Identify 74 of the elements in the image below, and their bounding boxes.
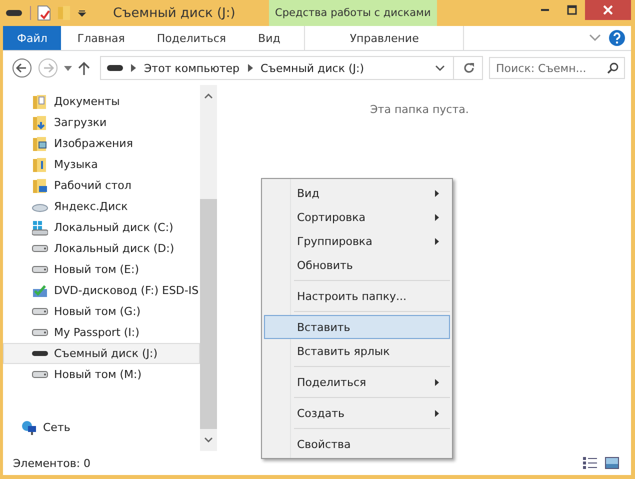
dropdown-icon[interactable]: [435, 65, 445, 71]
menu-item[interactable]: Создать: [264, 401, 450, 425]
nav-item[interactable]: Новый том (M:): [3, 364, 200, 385]
dvd-drive-icon: [32, 282, 48, 298]
empty-folder-message: Эта папка пуста.: [370, 103, 469, 117]
chevron-icon: [248, 64, 252, 72]
folder-icon: [32, 178, 48, 194]
refresh-icon[interactable]: [462, 61, 476, 75]
nav-item[interactable]: Рабочий стол: [3, 175, 200, 196]
minimize-icon[interactable]: [540, 9, 548, 11]
close-button[interactable]: [585, 0, 631, 20]
dropdown-icon[interactable]: [77, 8, 87, 18]
menu-item[interactable]: Вставить ярлык: [264, 339, 450, 363]
drive-icon: [32, 266, 48, 273]
folder-icon: [32, 94, 48, 110]
nav-item[interactable]: Локальный диск (C:): [3, 217, 200, 238]
menu-item[interactable]: Группировка: [264, 229, 450, 253]
drive-icon: [6, 9, 22, 17]
properties-icon[interactable]: [37, 5, 51, 21]
up-icon[interactable]: [78, 61, 90, 75]
menu-item[interactable]: Сортировка: [264, 205, 450, 229]
menu-item[interactable]: Настроить папку...: [264, 284, 450, 308]
folder-icon: [32, 114, 48, 130]
nav-item[interactable]: Новый том (E:): [3, 259, 200, 280]
ribbon-tab[interactable]: Вид: [242, 26, 296, 50]
menu-item[interactable]: Поделиться: [264, 370, 450, 394]
window-title: Съемный диск (J:): [113, 6, 236, 20]
close-icon[interactable]: [603, 5, 613, 15]
breadcrumb[interactable]: Этот компьютер: [144, 62, 240, 74]
nav-item[interactable]: My Passport (I:): [3, 322, 200, 343]
expand-ribbon-icon[interactable]: [589, 34, 601, 42]
nav-item[interactable]: Новый том (G:): [3, 301, 200, 322]
nav-item[interactable]: Документы: [3, 91, 200, 112]
drive-icon: [32, 245, 48, 252]
context-tab-group: Средства работы с дисками: [269, 0, 437, 26]
nav-item[interactable]: Загрузки: [3, 112, 200, 133]
ribbon-tab[interactable]: Файл: [3, 26, 62, 50]
scroll-down-icon[interactable]: [204, 437, 213, 443]
menu-item[interactable]: Обновить: [264, 253, 450, 277]
network-icon: [21, 420, 37, 436]
back-icon[interactable]: [12, 58, 32, 78]
nav-item[interactable]: Сеть: [3, 417, 200, 438]
menu-item[interactable]: Вид: [264, 181, 450, 205]
drive-icon: [32, 329, 48, 336]
history-dropdown-icon[interactable]: [64, 66, 72, 70]
scrollbar[interactable]: [200, 85, 217, 451]
drive-icon: [32, 308, 48, 315]
search-icon[interactable]: [607, 62, 619, 74]
breadcrumb[interactable]: Съемный диск (J:): [260, 62, 364, 74]
item-count: Элементов: 0: [13, 456, 91, 470]
nav-item[interactable]: Локальный диск (D:): [3, 238, 200, 259]
details-view-icon[interactable]: [583, 457, 597, 469]
menu-item[interactable]: Вставить: [264, 315, 450, 339]
help-icon[interactable]: [609, 30, 625, 46]
nav-item[interactable]: Изображения: [3, 133, 200, 154]
address-bar[interactable]: Этот компьютер Съемный диск (J:): [100, 56, 483, 80]
thumbnail-view-icon[interactable]: [605, 457, 619, 469]
drive-icon: [32, 371, 48, 378]
search-field[interactable]: Поиск: Съемн...: [489, 57, 625, 79]
drive-icon: [107, 64, 123, 72]
nav-item[interactable]: DVD-дисковод (F:) ESD-IS: [3, 280, 200, 301]
nav-item[interactable]: Яндекс.Диск: [3, 196, 200, 217]
chevron-icon: [131, 64, 136, 72]
ribbon-tab[interactable]: Главная: [61, 26, 141, 50]
maximize-icon[interactable]: [566, 5, 576, 15]
folder-icon: [32, 156, 48, 172]
menu-item[interactable]: Свойства: [264, 432, 450, 456]
nav-item[interactable]: Съемный диск (J:): [3, 343, 200, 364]
nav-item[interactable]: Музыка: [3, 154, 200, 175]
system-drive-icon: [32, 220, 48, 236]
removable-drive-icon: [32, 351, 48, 356]
folder-icon: [32, 136, 48, 152]
scroll-up-icon[interactable]: [204, 93, 213, 99]
ribbon-tab[interactable]: Поделиться: [140, 26, 242, 50]
